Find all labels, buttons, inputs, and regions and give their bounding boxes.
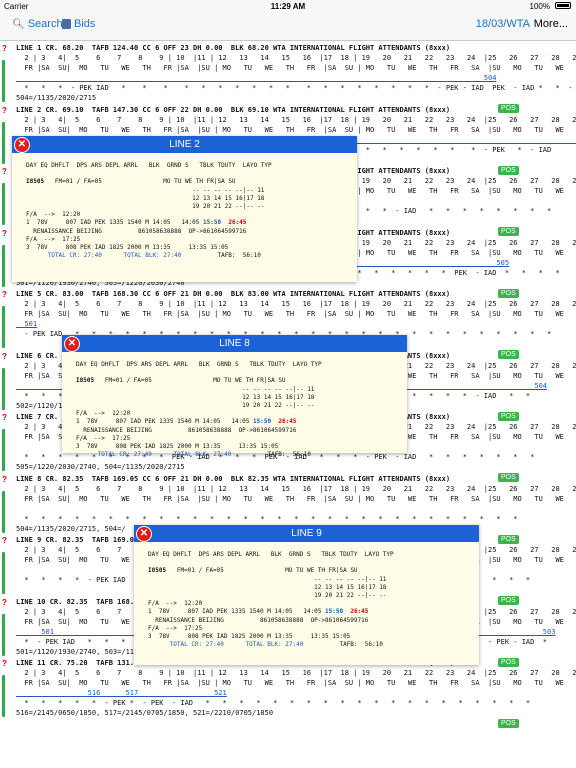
activity-row: * * * - PEK IAD * * * * * * * * * * * * …: [16, 84, 576, 92]
dow-row: FR |SA SU| MO TU WE TH FR |SA |SU | MO T…: [24, 679, 564, 687]
day-row: 2 | 3 4| 5 6 7 8 9 | 10 |11 | 12 13 14 1…: [24, 484, 576, 493]
question-icon[interactable]: ?: [2, 598, 7, 607]
line-text: LINE 1 CR. 68.20 TAFB 124.40 CC 6 OFF 23…: [16, 43, 576, 103]
trip-footer: 516=/2145/0650/1850, 517=/2145/0705/1850…: [16, 709, 274, 717]
question-icon[interactable]: ?: [2, 44, 7, 53]
selected-bar: [2, 121, 5, 164]
popup-body: DAY EQ DHFLT DPS ARS DEPL ARRL BLK GRND …: [76, 361, 322, 459]
line-header: LINE 5 CR. 83.00 TAFB 168.30 CC 6 OFF 21…: [16, 290, 451, 298]
question-icon[interactable]: ?: [2, 290, 7, 299]
popup-body: DAY EQ DHFLT DPS ARS DEPL ARRL BLK GRND …: [148, 551, 394, 649]
battery-percent: 100%: [529, 2, 550, 11]
question-icon[interactable]: ?: [2, 167, 7, 176]
day-row: 2 | 3 4| 5 6 7 8 9 | 10 |11 | 12 13 14 1…: [24, 115, 576, 124]
search-label: Search: [27, 18, 63, 30]
question-icon[interactable]: ?: [2, 229, 7, 238]
nav-bar: 🔍︎ Search Bids 18/03/WTA More...: [0, 12, 576, 41]
trip-links[interactable]: 516 517 521: [16, 689, 227, 697]
day-row: 2 | 3 4| 5 6 7 8 9 | 10 |11 | 12 13 14 1…: [24, 300, 576, 308]
dow-row: FR |SA SU| MO TU WE TH FR |SA |SU | MO T…: [24, 310, 564, 318]
bids-label: Bids: [74, 18, 96, 30]
line-block[interactable]: ? LINE 11 CR. 75.20 TAFB 131.15 CC 6 OFF …: [0, 658, 576, 735]
bids-button[interactable]: Bids: [62, 18, 95, 30]
selected-bar: [2, 429, 5, 471]
popup-title: LINE 8: [62, 335, 407, 352]
dow-row: FR |SA SU| MO TU WE TH FR |SA |SU | MO T…: [24, 125, 564, 134]
trip-links[interactable]: 504: [16, 74, 497, 82]
line-header: LINE 8 CR. 82.35 TAFB 169.05 CC 6 OFF 21…: [16, 474, 451, 483]
activity-row: * * * * * - PEK * - PEK - IAD * * * * * …: [16, 699, 531, 707]
popup-title: LINE 9: [134, 525, 479, 542]
selected-bar: [2, 244, 5, 287]
day-row: 2 | 3 4| 5 6 7 8 9 | 10 |11 | 12 13 14 1…: [24, 669, 576, 677]
question-icon[interactable]: ?: [2, 536, 7, 545]
selected-bar: [2, 306, 5, 348]
day-row: 2 | 3 4| 5 6 7 8 9 | 10 |11 | 12 13 14 1…: [24, 54, 576, 62]
trip-footer: 505=/1220/2030/2740, 504=/1135/2020/2715: [16, 463, 185, 471]
close-icon[interactable]: ✕: [14, 137, 30, 153]
trip-links[interactable]: 501: [16, 320, 37, 328]
selected-bar: [2, 675, 5, 717]
more-button[interactable]: More...: [534, 18, 568, 30]
close-icon[interactable]: ✕: [136, 526, 152, 542]
close-icon[interactable]: ✕: [64, 336, 80, 352]
pos-button[interactable]: POS: [498, 719, 519, 728]
popup-line-2[interactable]: LINE 2 ✕ DAY EQ DHFLT DPS ARS DEPL ARRL …: [12, 136, 357, 282]
line-text: LINE 5 CR. 83.00 TAFB 168.30 CC 6 OFF 21…: [16, 289, 576, 339]
bids-icon: [62, 19, 71, 29]
trip-footer: 504=/1135/2020/2715, 504=/: [16, 524, 126, 533]
popup-line-8[interactable]: LINE 8 ✕ DAY EQ DHFLT DPS ARS DEPL ARRL …: [62, 335, 407, 458]
question-icon[interactable]: ?: [2, 475, 7, 484]
dow-row: FR |SA SU| MO TU WE TH FR |SA |SU | MO T…: [24, 64, 564, 72]
popup-line-9[interactable]: LINE 9 ✕ DAY EQ DHFLT DPS ARS DEPL ARRL …: [134, 525, 479, 665]
question-icon[interactable]: ?: [2, 106, 7, 115]
selected-bar: [2, 367, 5, 410]
bid-period-button[interactable]: 18/03/WTA: [476, 18, 530, 30]
popup-title: LINE 2: [12, 136, 357, 153]
selected-bar: [2, 490, 5, 533]
selected-bar: [2, 60, 5, 102]
question-icon[interactable]: ?: [2, 659, 7, 668]
question-icon[interactable]: ?: [2, 413, 7, 422]
dow-row: FR |SA SU| MO TU WE TH FR |SA |SU | MO T…: [24, 494, 564, 503]
selected-bar: [2, 552, 5, 594]
trip-footer: 504=/1135/2020/2715: [16, 94, 97, 102]
status-bar: Carrier 11:29 AM 100%: [0, 0, 576, 12]
search-button[interactable]: 🔍︎ Search: [12, 18, 63, 30]
selected-bar: [2, 613, 5, 656]
selected-bar: [2, 183, 5, 225]
popup-body: DAY EQ DHFLT DPS ARS DEPL ARRL BLK GRND …: [26, 162, 272, 260]
question-icon[interactable]: ?: [2, 352, 7, 361]
battery-icon: [555, 2, 571, 9]
line-header: LINE 1 CR. 68.20 TAFB 124.40 CC 6 OFF 23…: [16, 44, 451, 52]
clock: 11:29 AM: [270, 2, 306, 11]
line-text: LINE 11 CR. 75.20 TAFB 131.15 CC 6 OFF 2…: [16, 658, 576, 718]
activity-row: * * * * * * * * * * * * * * * * * * * * …: [16, 514, 518, 523]
search-icon: 🔍︎: [12, 18, 25, 30]
line-header: LINE 2 CR. 69.10 TAFB 147.30 CC 6 OFF 22…: [16, 105, 451, 114]
